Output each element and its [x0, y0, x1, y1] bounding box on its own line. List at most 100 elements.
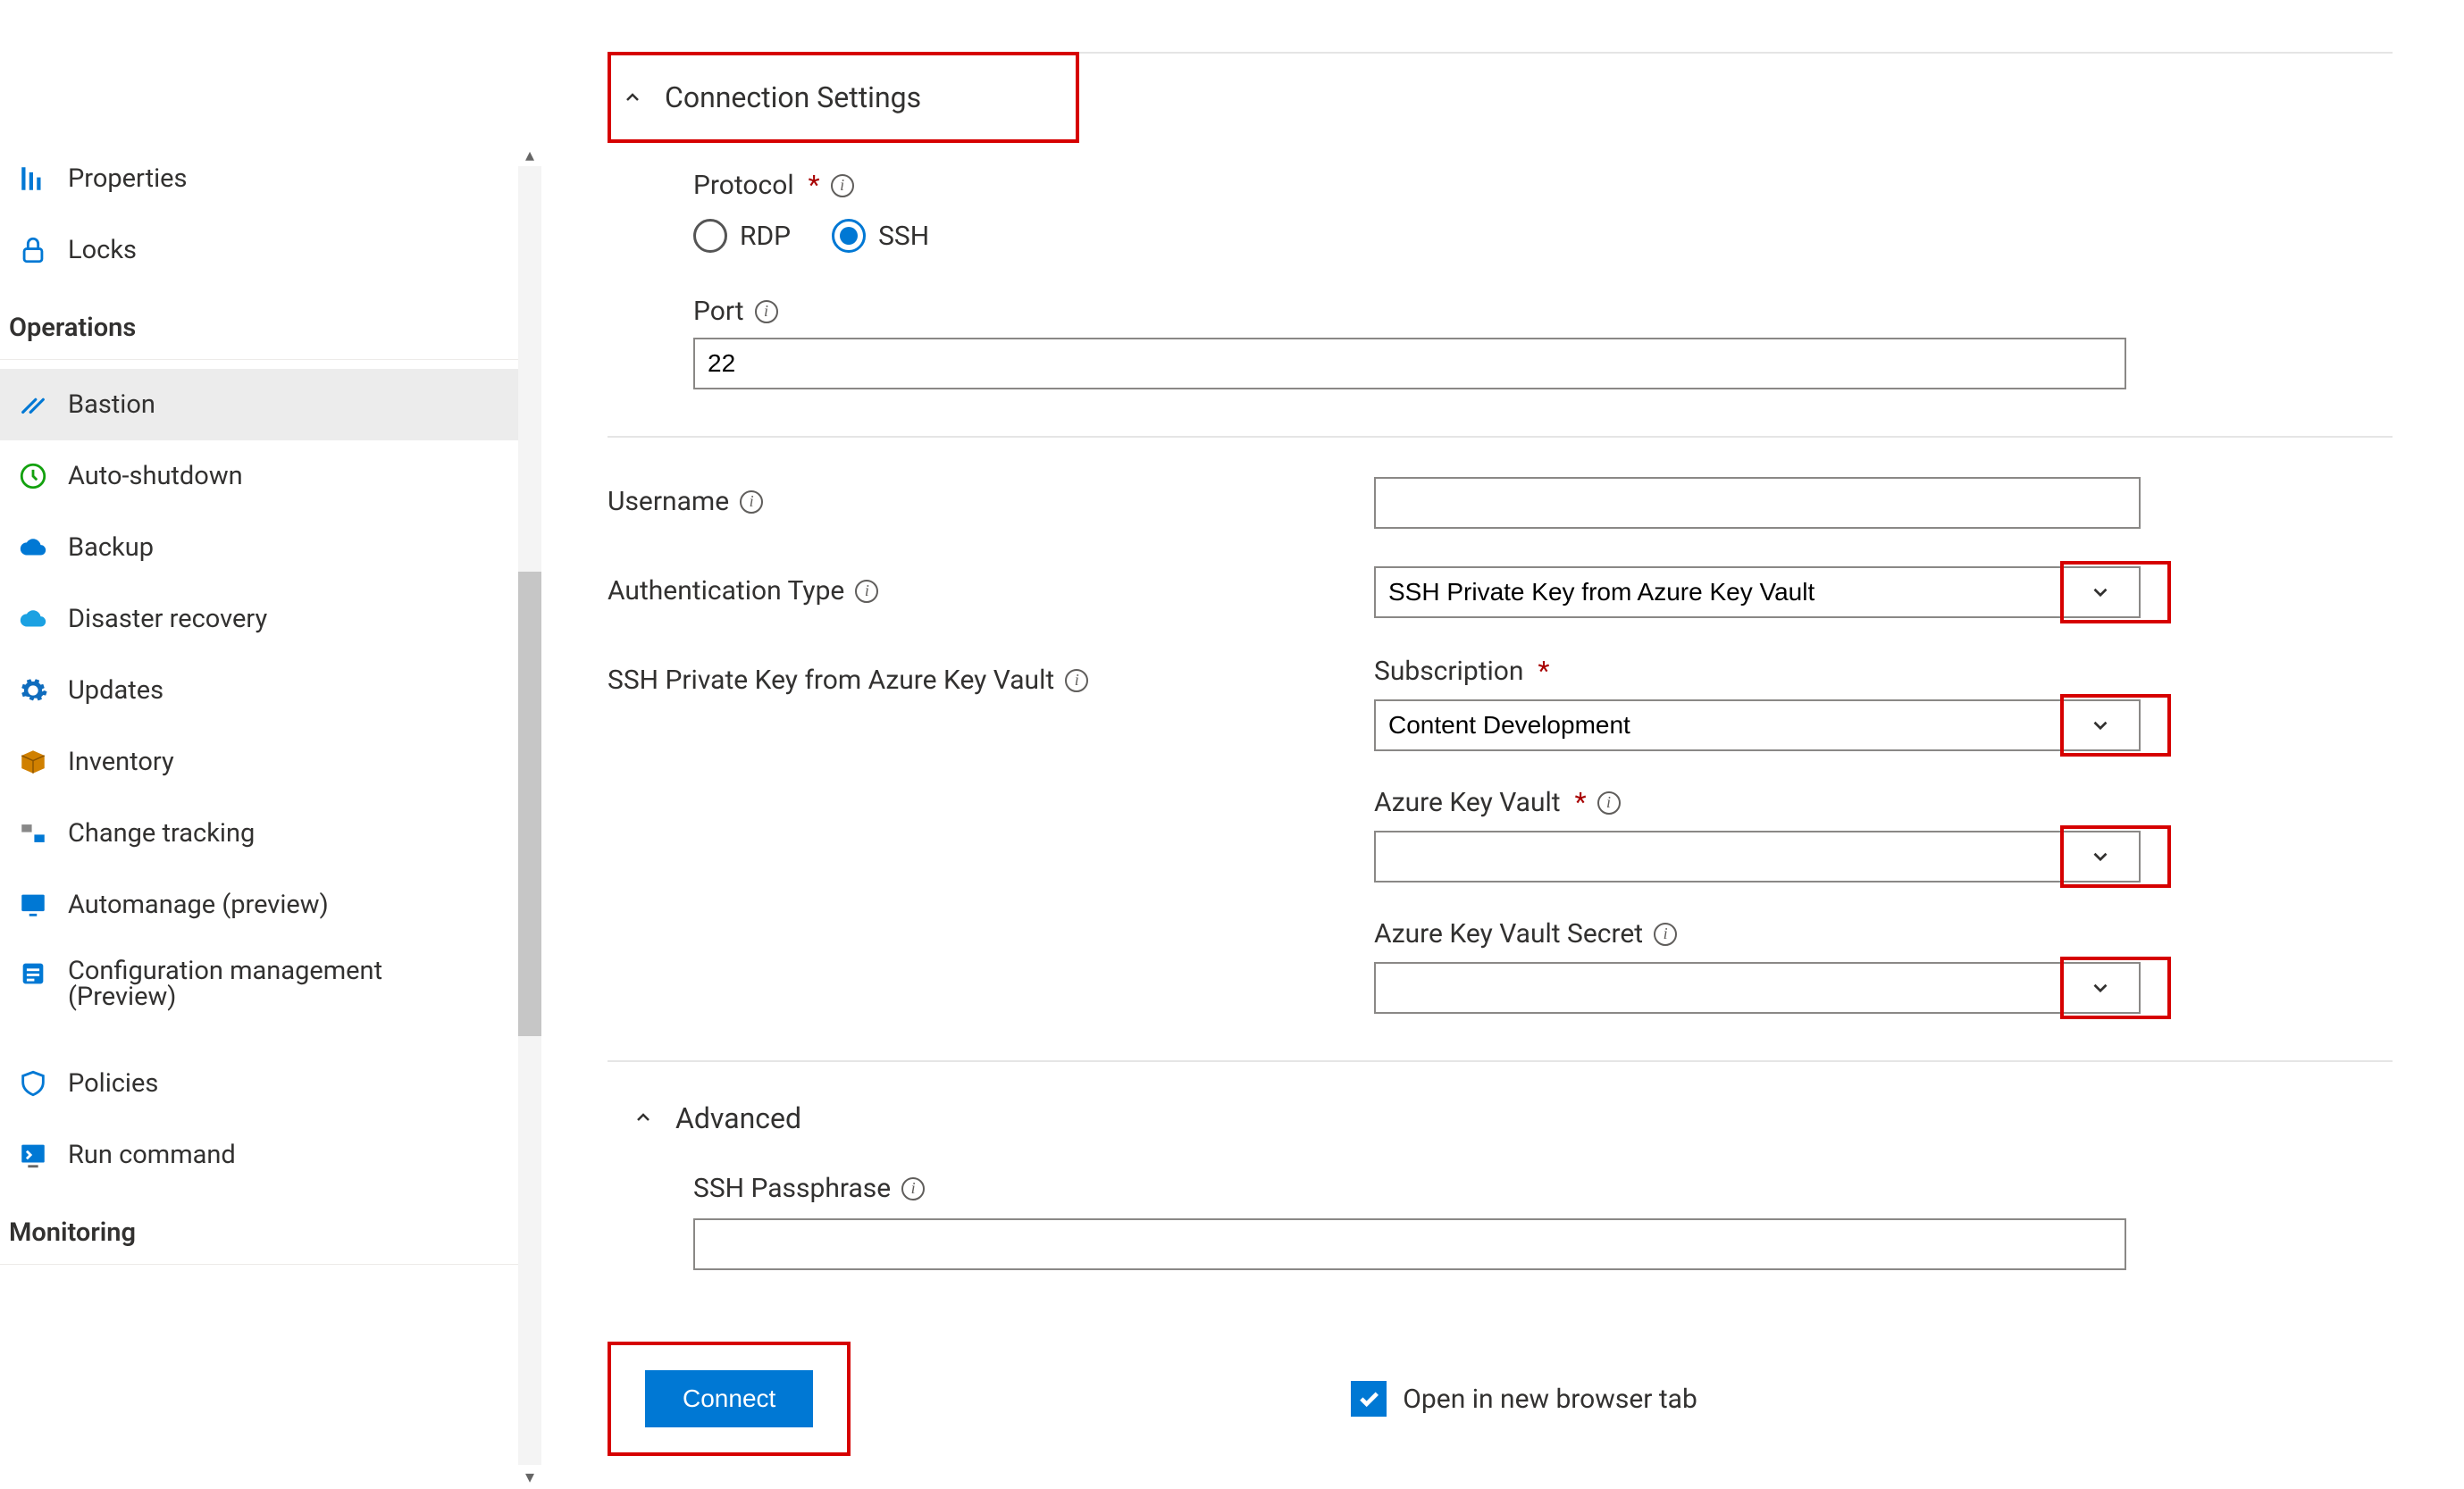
radio-label: RDP	[740, 221, 791, 252]
connect-button[interactable]: Connect	[645, 1370, 813, 1427]
keyvault-value[interactable]	[1374, 831, 2060, 883]
cloud-backup-icon	[18, 532, 48, 563]
ssh-keyvault-row: SSH Private Key from Azure Key Vault i S…	[608, 656, 2393, 1014]
connection-settings-header-highlight: Connection Settings	[608, 52, 1079, 143]
divider	[608, 436, 2393, 438]
monitor-icon	[18, 890, 48, 920]
sidebar-item-label: Configuration management (Preview)	[68, 958, 479, 1010]
sidebar-item-change-tracking[interactable]: Change tracking	[0, 798, 541, 869]
info-icon[interactable]: i	[755, 300, 778, 323]
protocol-radio-ssh[interactable]: SSH	[832, 219, 929, 253]
sidebar-item-label: Run command	[68, 1142, 236, 1168]
advanced-title: Advanced	[675, 1101, 801, 1135]
radio-label: SSH	[878, 221, 929, 252]
protocol-block: Protocol* i RDP SSH	[608, 170, 2393, 253]
sidebar-item-automanage[interactable]: Automanage (preview)	[0, 869, 541, 941]
sidebar-item-label: Updates	[68, 678, 163, 704]
sidebar-item-properties[interactable]: Properties	[0, 143, 541, 214]
info-icon[interactable]: i	[855, 580, 878, 603]
sidebar-item-locks[interactable]: Locks	[0, 214, 541, 286]
info-icon[interactable]: i	[1654, 923, 1677, 946]
port-label: Port i	[693, 296, 2393, 327]
sidebar-item-label: Disaster recovery	[68, 606, 267, 632]
info-icon[interactable]: i	[831, 174, 854, 197]
list-icon	[18, 958, 48, 989]
sidebar-item-policies[interactable]: Policies	[0, 1048, 541, 1119]
subscription-select[interactable]	[1374, 699, 2141, 751]
sidebar-item-label: Locks	[68, 238, 137, 264]
sidebar-item-run-command[interactable]: Run command	[0, 1119, 541, 1191]
sidebar-item-configuration-management[interactable]: Configuration management (Preview)	[0, 941, 541, 1048]
connection-settings-toggle[interactable]: Connection Settings	[611, 55, 1076, 139]
keyvault-secret-select[interactable]	[1374, 962, 2141, 1014]
checkbox-checked-icon[interactable]	[1351, 1381, 1387, 1417]
sidebar-section-monitoring: Monitoring	[0, 1191, 536, 1265]
port-input[interactable]	[693, 338, 2126, 389]
auth-type-row: Authentication Type i	[608, 566, 2393, 618]
box-icon	[18, 747, 48, 777]
username-label: Username	[608, 486, 729, 517]
open-new-tab-checkbox-wrap[interactable]: Open in new browser tab	[1351, 1381, 1697, 1417]
sidebar-item-label: Backup	[68, 535, 154, 561]
terminal-icon	[18, 1140, 48, 1170]
required-star: *	[805, 170, 820, 201]
sidebar-item-label: Properties	[68, 166, 187, 192]
chevron-down-icon[interactable]	[2060, 566, 2141, 618]
sidebar-item-label: Automanage (preview)	[68, 892, 329, 918]
chevron-down-icon[interactable]	[2060, 699, 2141, 751]
auth-type-label: Authentication Type	[608, 575, 844, 606]
auth-type-select[interactable]	[1374, 566, 2141, 618]
info-icon[interactable]: i	[901, 1177, 925, 1200]
protocol-radio-rdp[interactable]: RDP	[693, 219, 791, 253]
sidebar-item-label: Policies	[68, 1071, 158, 1097]
sidebar-item-inventory[interactable]: Inventory	[0, 726, 541, 798]
chevron-up-icon	[633, 1101, 654, 1135]
keyvault-secret-label: Azure Key Vault Secret	[1374, 918, 1643, 949]
keyvault-secret-value[interactable]	[1374, 962, 2060, 1014]
gear-icon	[18, 675, 48, 706]
lock-icon	[18, 235, 48, 265]
ssh-keyvault-section-label: SSH Private Key from Azure Key Vault	[608, 665, 1054, 696]
port-block: Port i	[608, 296, 2393, 389]
username-input[interactable]	[1374, 477, 2141, 529]
footer-row: Connect Open in new browser tab	[608, 1342, 2393, 1456]
protocol-label: Protocol* i	[693, 170, 2393, 201]
username-row: Username i	[608, 477, 2393, 529]
chevron-down-icon[interactable]	[2060, 962, 2141, 1014]
sidebar-item-label: Auto-shutdown	[68, 464, 243, 489]
policy-icon	[18, 1068, 48, 1099]
sidebar-nav: Properties Locks Operations Bastion A	[0, 0, 543, 1489]
ssh-passphrase-input[interactable]	[693, 1218, 2126, 1270]
sidebar-item-auto-shutdown[interactable]: Auto-shutdown	[0, 440, 541, 512]
subscription-value[interactable]	[1374, 699, 2060, 751]
advanced-block: SSH Passphrase i	[608, 1173, 2393, 1270]
chevron-up-icon	[622, 87, 643, 108]
open-new-tab-label: Open in new browser tab	[1403, 1384, 1697, 1415]
chevron-down-icon[interactable]	[2060, 831, 2141, 883]
sidebar-item-updates[interactable]: Updates	[0, 655, 541, 726]
ssh-passphrase-label: SSH Passphrase i	[693, 1173, 2393, 1204]
connect-highlight: Connect	[608, 1342, 851, 1456]
auth-type-value[interactable]	[1374, 566, 2060, 618]
sidebar-item-label: Bastion	[68, 392, 155, 418]
sidebar-item-backup[interactable]: Backup	[0, 512, 541, 583]
sidebar-item-disaster-recovery[interactable]: Disaster recovery	[0, 583, 541, 655]
subscription-label: Subscription	[1374, 656, 1523, 687]
keyvault-label: Azure Key Vault	[1374, 787, 1561, 818]
bastion-icon	[18, 389, 48, 420]
info-icon[interactable]: i	[740, 490, 763, 514]
info-icon[interactable]: i	[1065, 669, 1088, 692]
divider	[608, 1060, 2393, 1062]
keyvault-select[interactable]	[1374, 831, 2141, 883]
cloud-recovery-icon	[18, 604, 48, 634]
scrollbar-thumb[interactable]	[518, 572, 541, 1036]
sidebar-item-bastion[interactable]: Bastion	[0, 369, 541, 440]
scrollbar-up-arrow[interactable]: ▴	[518, 143, 541, 166]
properties-icon	[18, 163, 48, 194]
info-icon[interactable]: i	[1597, 791, 1621, 815]
tracking-icon	[18, 818, 48, 849]
main-content: Connection Settings Protocol* i RDP SSH	[543, 0, 2464, 1489]
advanced-toggle[interactable]: Advanced	[608, 1101, 2393, 1135]
scrollbar-down-arrow[interactable]: ▾	[518, 1465, 541, 1488]
required-star: *	[1571, 787, 1587, 818]
